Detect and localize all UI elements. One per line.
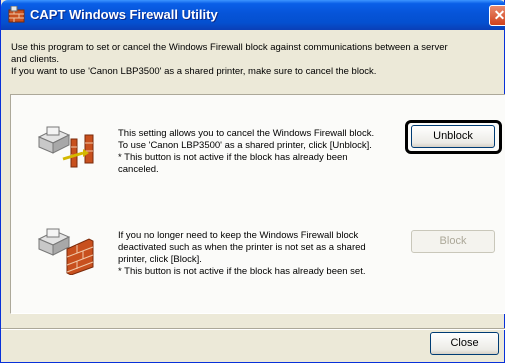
close-button[interactable]: Close [430,332,499,355]
description-line: deactivated such as when the printer is … [118,242,366,253]
footer-divider [1,328,505,330]
intro-line: Use this program to set or cancel the Wi… [11,42,448,53]
block-description: If you no longer need to keep the Window… [118,230,408,278]
description-line: * This button is not active if the block… [118,266,366,277]
firewall-app-icon [8,6,25,23]
description-line: This setting allows you to cancel the Wi… [118,128,375,139]
description-line: If you no longer need to keep the Window… [118,230,359,241]
description-line: To use 'Canon LBP3500' as a shared print… [118,140,372,151]
firewall-open-icon [37,126,94,168]
window: CAPT Windows Firewall Utility ✕ Use this… [0,0,505,363]
block-button[interactable]: Block [411,230,495,253]
computer-icon [37,126,71,154]
description-line: canceled. [118,164,159,175]
description-line: printer, click [Block]. [118,254,202,265]
window-title: CAPT Windows Firewall Utility [30,7,218,22]
unblock-button[interactable]: Unblock [411,125,495,148]
intro-text: Use this program to set or cancel the Wi… [11,42,501,78]
computer-icon [37,228,71,256]
intro-line: and clients. [11,54,60,65]
intro-line: If you want to use 'Canon LBP3500' as a … [11,66,377,77]
close-window-button[interactable]: ✕ [489,5,505,26]
title-bar[interactable]: CAPT Windows Firewall Utility ✕ [1,0,505,30]
description-line: * This button is not active if the block… [118,152,348,163]
unblock-description: This setting allows you to cancel the Wi… [118,128,406,176]
firewall-closed-icon [37,228,94,275]
